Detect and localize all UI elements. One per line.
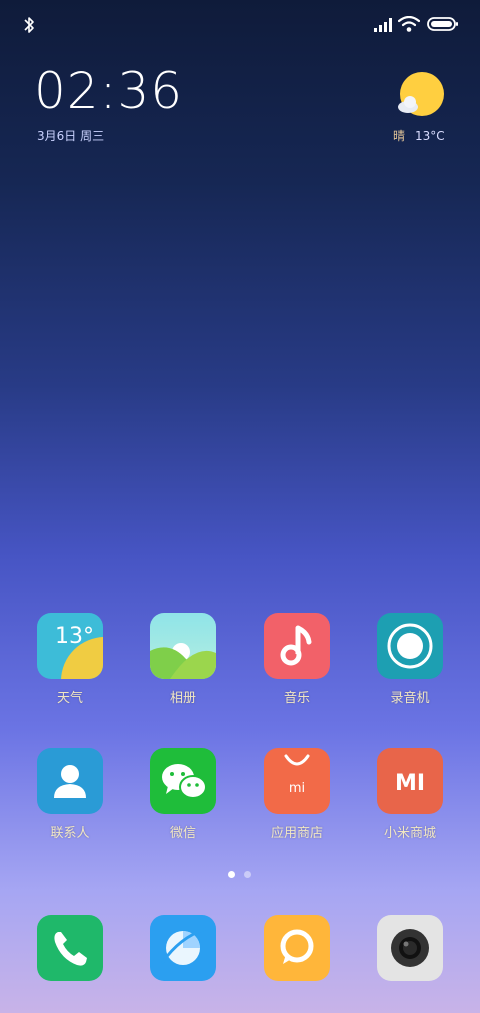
app-wechat[interactable]: 微信	[128, 748, 238, 841]
mi-store-logo-text: MI	[395, 771, 425, 796]
app-store-icon[interactable]: mi	[264, 748, 330, 814]
app-music[interactable]: 音乐	[242, 613, 352, 706]
dock-messages[interactable]	[242, 915, 352, 981]
battery-icon	[427, 17, 458, 31]
browser-icon[interactable]	[150, 915, 216, 981]
weather-summary: 晴 13°C	[393, 127, 445, 144]
wechat-icon[interactable]	[150, 748, 216, 814]
app-app-store[interactable]: mi 应用商店	[242, 748, 352, 841]
app-label: 联系人	[50, 826, 90, 841]
clock-time[interactable]: 02:36	[34, 62, 183, 120]
gallery-icon[interactable]	[150, 613, 216, 679]
app-recorder[interactable]: 录音机	[355, 613, 465, 706]
weather-app-icon[interactable]: 13°	[37, 613, 103, 679]
wifi-icon	[398, 16, 420, 32]
page-dot[interactable]	[244, 871, 251, 878]
app-store-mi-text: mi	[289, 781, 305, 796]
weather-condition: 晴	[393, 129, 406, 143]
music-icon[interactable]	[264, 613, 330, 679]
app-contacts[interactable]: 联系人	[15, 748, 125, 841]
app-label: 小米商城	[383, 826, 436, 841]
dock-browser[interactable]	[128, 915, 238, 981]
bluetooth-icon	[24, 17, 34, 33]
dock-phone[interactable]	[15, 915, 125, 981]
page-indicator[interactable]	[224, 871, 256, 881]
clock-date: 3月6日 周三	[37, 129, 105, 143]
contacts-icon[interactable]	[37, 748, 103, 814]
app-label: 相册	[169, 691, 196, 706]
messages-icon[interactable]	[264, 915, 330, 981]
phone-icon[interactable]	[37, 915, 103, 981]
dock-camera[interactable]	[355, 915, 465, 981]
recorder-icon[interactable]	[377, 613, 443, 679]
cell-signal-icon	[374, 18, 392, 32]
app-label: 天气	[56, 691, 83, 706]
app-label: 微信	[169, 826, 196, 841]
weather-temperature: 13°C	[415, 129, 445, 143]
status-bar	[0, 0, 480, 50]
weather-app-temp: 13°	[55, 624, 94, 649]
app-label: 录音机	[390, 691, 430, 706]
app-gallery[interactable]: 相册	[128, 613, 238, 706]
mi-store-icon[interactable]: MI	[377, 748, 443, 814]
app-label: 应用商店	[270, 826, 323, 841]
app-label: 音乐	[283, 691, 310, 706]
app-weather[interactable]: 13° 天气	[15, 613, 125, 706]
page-dot-active[interactable]	[228, 871, 235, 878]
app-mi-store[interactable]: MI 小米商城	[355, 748, 465, 841]
partly-sunny-icon[interactable]	[394, 70, 446, 120]
camera-icon[interactable]	[377, 915, 443, 981]
